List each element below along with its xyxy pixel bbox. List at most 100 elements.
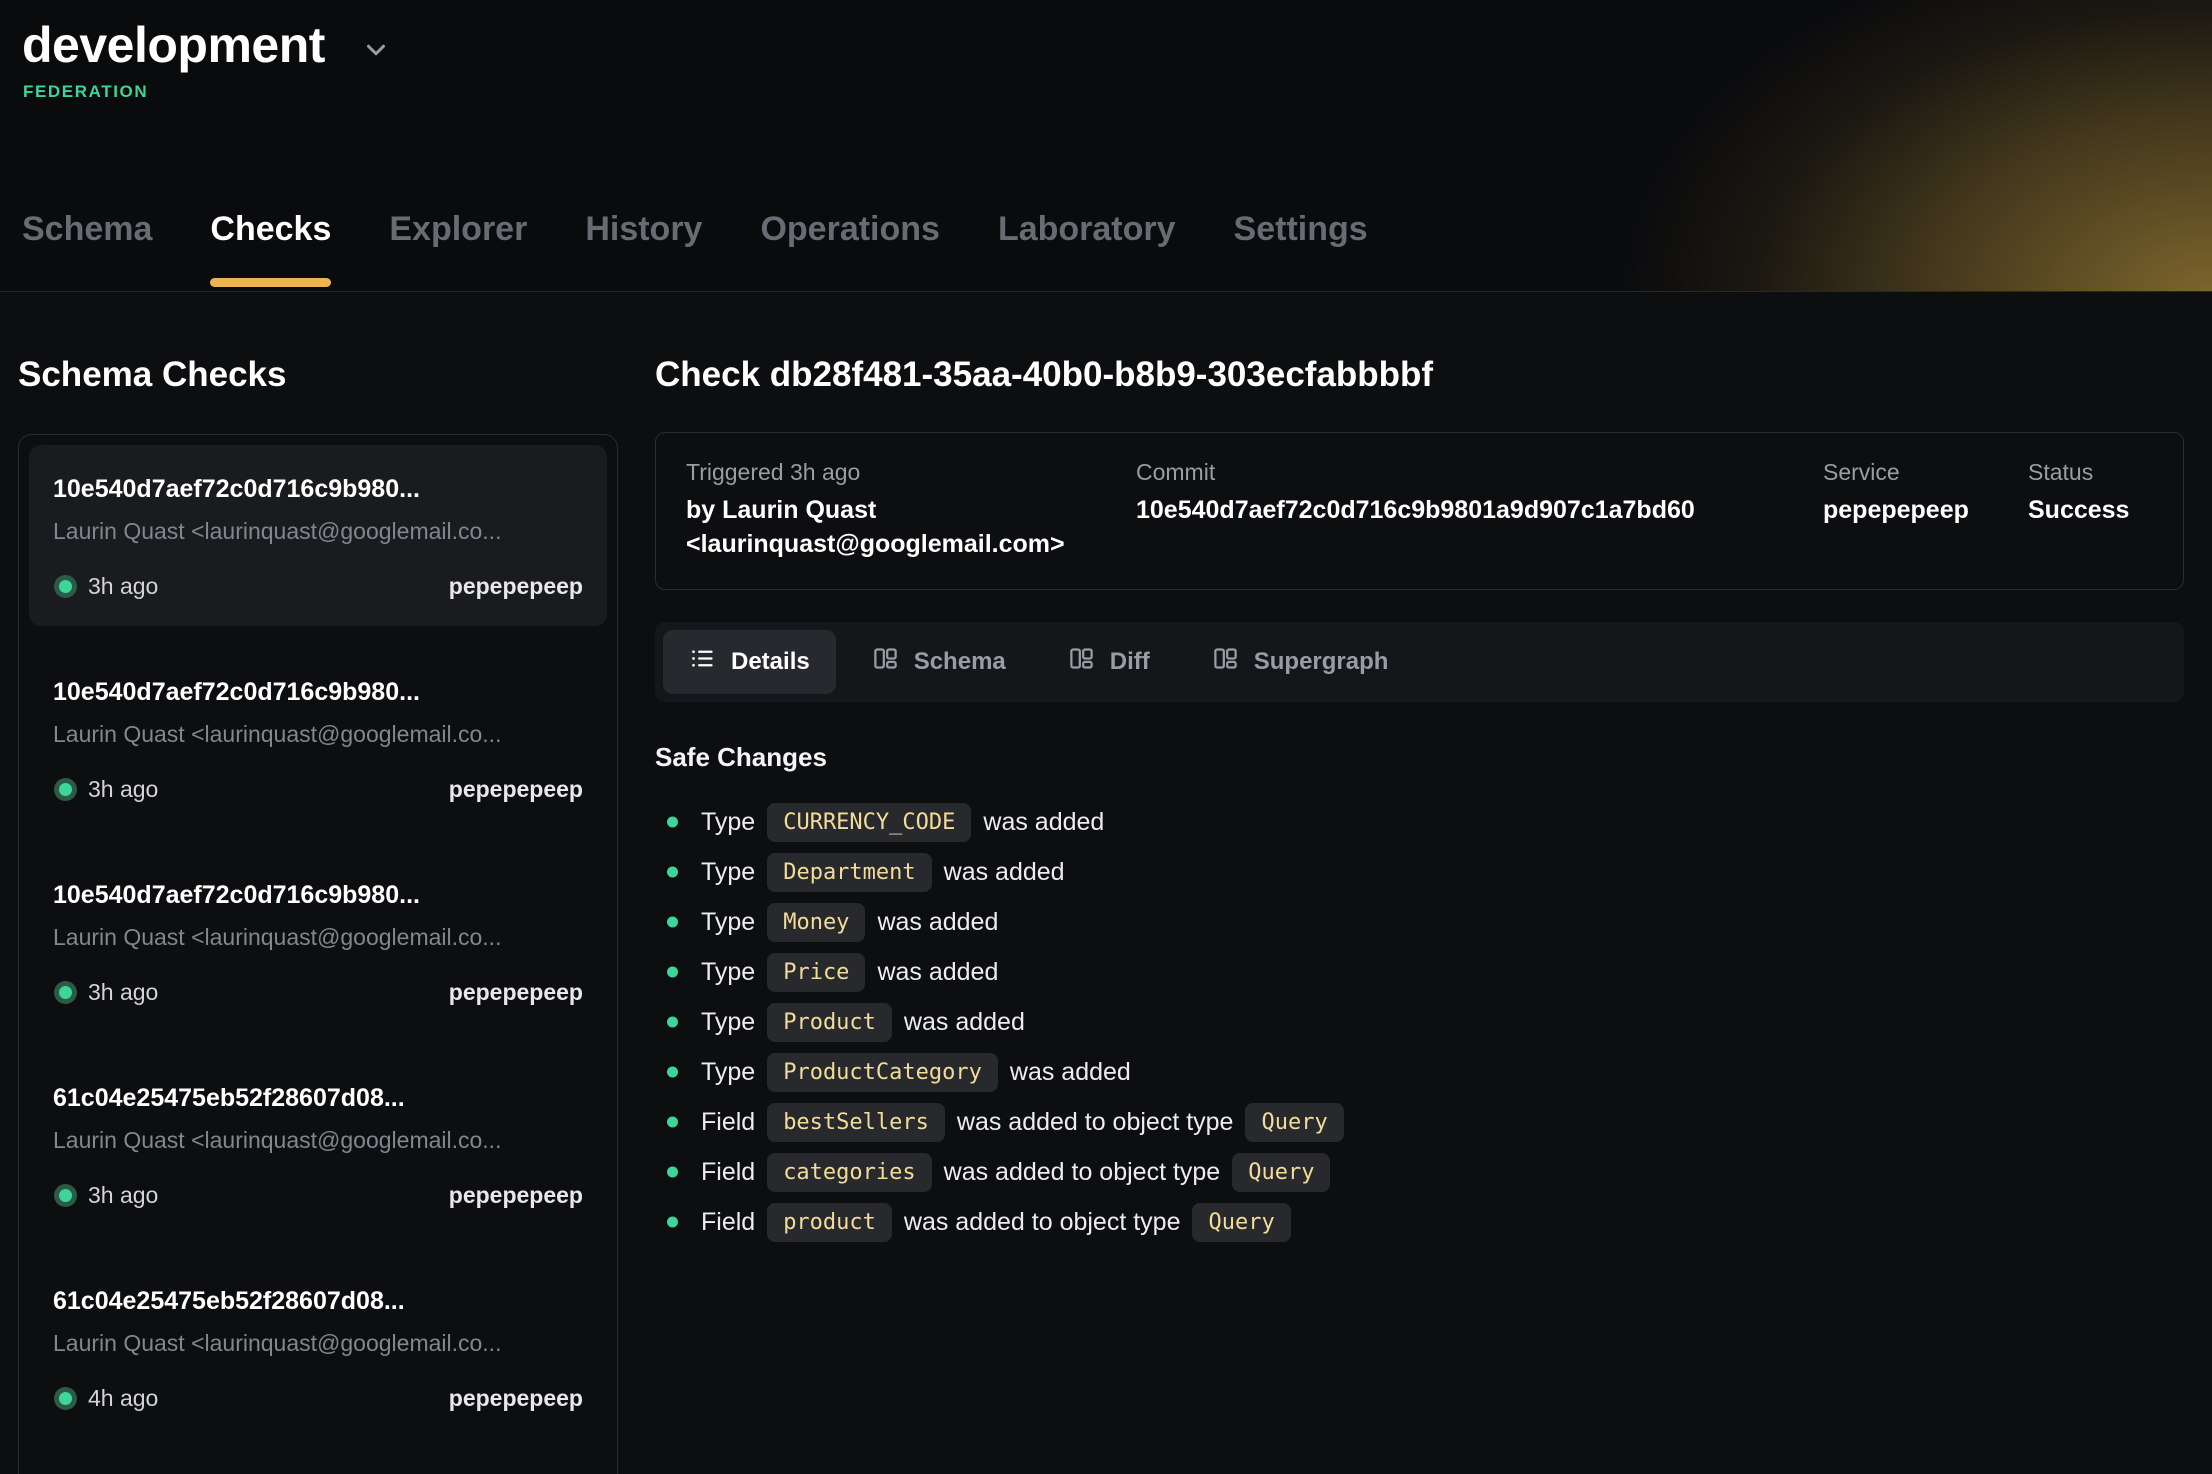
tab-laboratory[interactable]: Laboratory xyxy=(998,210,1176,291)
status-value: Success xyxy=(2028,493,2153,527)
workspace-title: development xyxy=(22,16,325,74)
change-suffix: was added xyxy=(877,958,998,987)
change-item: Type ProductCategory was added xyxy=(655,1049,2184,1095)
change-suffix: was added xyxy=(944,858,1065,887)
status-label: Status xyxy=(2028,457,2153,487)
change-prefix: Field xyxy=(701,1108,755,1137)
status-dot-icon xyxy=(59,986,72,999)
check-hash: 10e540d7aef72c0d716c9b980... xyxy=(53,877,583,913)
change-item: Type Department was added xyxy=(655,849,2184,895)
main-nav-tabs: Schema Checks Explorer History Operation… xyxy=(22,210,1368,291)
sidebar-title: Schema Checks xyxy=(18,354,618,396)
schema-checks-sidebar: Schema Checks 10e540d7aef72c0d716c9b980.… xyxy=(18,292,618,1474)
safe-changes-list: Type CURRENCY_CODE was added Type Depart… xyxy=(655,799,2184,1245)
check-author: Laurin Quast <laurinquast@googlemail.co.… xyxy=(53,1327,583,1359)
view-tab-label: Schema xyxy=(914,648,1006,676)
change-prefix: Type xyxy=(701,808,755,837)
change-suffix: was added xyxy=(1010,1058,1131,1087)
tab-operations[interactable]: Operations xyxy=(760,210,939,291)
change-suffix: was added to object type xyxy=(957,1108,1234,1137)
summary-commit: Commit 10e540d7aef72c0d716c9b9801a9d907c… xyxy=(1136,457,1823,561)
check-service: pepepepeep xyxy=(449,1385,583,1412)
change-prefix: Type xyxy=(701,908,755,937)
columns-icon xyxy=(1212,645,1239,679)
change-prefix: Type xyxy=(701,958,755,987)
check-author: Laurin Quast <laurinquast@googlemail.co.… xyxy=(53,515,583,547)
change-suffix: was added xyxy=(904,1008,1025,1037)
commit-label: Commit xyxy=(1136,457,1823,487)
tab-checks[interactable]: Checks xyxy=(210,210,331,291)
tab-history[interactable]: History xyxy=(585,210,702,291)
change-prefix: Field xyxy=(701,1158,755,1187)
check-detail: Check db28f481-35aa-40b0-b8b9-303ecfabbb… xyxy=(655,292,2184,1474)
change-code-badge: Price xyxy=(767,953,865,992)
change-item: Type Money was added xyxy=(655,899,2184,945)
change-suffix: was added to object type xyxy=(944,1158,1221,1187)
check-time: 3h ago xyxy=(88,1182,158,1209)
change-item: Field product was added to object type Q… xyxy=(655,1199,2184,1245)
check-time: 3h ago xyxy=(88,776,158,803)
view-tab-diff[interactable]: Diff xyxy=(1042,630,1176,694)
summary-service: Service pepepepeep xyxy=(1823,457,2028,561)
change-prefix: Field xyxy=(701,1208,755,1237)
change-item: Type CURRENCY_CODE was added xyxy=(655,799,2184,845)
list-icon xyxy=(689,645,716,679)
check-title: Check db28f481-35aa-40b0-b8b9-303ecfabbb… xyxy=(655,354,2184,396)
change-code-badge: categories xyxy=(767,1153,931,1192)
view-tab-details[interactable]: Details xyxy=(663,630,836,694)
app-header: development FEDERATION Schema Checks Exp… xyxy=(0,0,2212,292)
workspace-selector[interactable]: development xyxy=(0,0,2212,74)
change-code-badge: bestSellers xyxy=(767,1103,945,1142)
check-service: pepepepeep xyxy=(449,573,583,600)
tab-settings[interactable]: Settings xyxy=(1234,210,1368,291)
columns-icon xyxy=(1068,645,1095,679)
columns-icon xyxy=(872,645,899,679)
check-hash: 61c04e25475eb52f28607d08... xyxy=(53,1283,583,1319)
view-tab-schema[interactable]: Schema xyxy=(846,630,1032,694)
change-suffix: was added xyxy=(983,808,1104,837)
check-list-item[interactable]: 61c04e25475eb52f28607d08... Laurin Quast… xyxy=(29,1257,607,1438)
view-tab-label: Diff xyxy=(1110,648,1150,676)
check-time: 3h ago xyxy=(88,573,158,600)
service-label: Service xyxy=(1823,457,2028,487)
change-prefix: Type xyxy=(701,1008,755,1037)
summary-status: Status Success xyxy=(2028,457,2153,561)
tab-schema[interactable]: Schema xyxy=(22,210,152,291)
chevron-down-icon[interactable] xyxy=(361,35,391,70)
status-dot-icon xyxy=(59,1189,72,1202)
change-item: Type Product was added xyxy=(655,999,2184,1045)
check-time: 4h ago xyxy=(88,1385,158,1412)
change-code-badge: Department xyxy=(767,853,931,892)
change-code-badge: Query xyxy=(1232,1153,1330,1192)
change-code-badge: ProductCategory xyxy=(767,1053,998,1092)
check-list-item[interactable]: 10e540d7aef72c0d716c9b980... Laurin Quas… xyxy=(29,851,607,1032)
view-tab-supergraph[interactable]: Supergraph xyxy=(1186,630,1415,694)
content: Schema Checks 10e540d7aef72c0d716c9b980.… xyxy=(0,292,2212,1474)
change-item: Field bestSellers was added to object ty… xyxy=(655,1099,2184,1145)
status-dot-icon xyxy=(59,1392,72,1405)
tab-explorer[interactable]: Explorer xyxy=(389,210,527,291)
check-hash: 10e540d7aef72c0d716c9b980... xyxy=(53,674,583,710)
change-prefix: Type xyxy=(701,1058,755,1087)
check-list-item[interactable]: 61c04e25475eb52f28607d08... Laurin Quast… xyxy=(29,1054,607,1235)
check-time: 3h ago xyxy=(88,979,158,1006)
change-prefix: Type xyxy=(701,858,755,887)
check-service: pepepepeep xyxy=(449,1182,583,1209)
check-author: Laurin Quast <laurinquast@googlemail.co.… xyxy=(53,1124,583,1156)
summary-triggered: Triggered 3h ago by Laurin Quast <laurin… xyxy=(686,457,1136,561)
view-tab-label: Supergraph xyxy=(1254,648,1389,676)
change-code-badge: Money xyxy=(767,903,865,942)
check-service: pepepepeep xyxy=(449,776,583,803)
checks-list: 10e540d7aef72c0d716c9b980... Laurin Quas… xyxy=(18,434,618,1474)
check-list-item[interactable]: 10e540d7aef72c0d716c9b980... Laurin Quas… xyxy=(29,648,607,829)
check-author: Laurin Quast <laurinquast@googlemail.co.… xyxy=(53,718,583,750)
check-hash: 61c04e25475eb52f28607d08... xyxy=(53,1080,583,1116)
status-dot-icon xyxy=(59,580,72,593)
check-service: pepepepeep xyxy=(449,979,583,1006)
triggered-label: Triggered 3h ago xyxy=(686,457,1136,487)
check-hash: 10e540d7aef72c0d716c9b980... xyxy=(53,471,583,507)
commit-hash: 10e540d7aef72c0d716c9b9801a9d907c1a7bd60 xyxy=(1136,493,1823,527)
check-list-item[interactable]: 10e540d7aef72c0d716c9b980... Laurin Quas… xyxy=(29,445,607,626)
service-name: pepepepeep xyxy=(1823,493,2028,527)
change-suffix: was added to object type xyxy=(904,1208,1181,1237)
